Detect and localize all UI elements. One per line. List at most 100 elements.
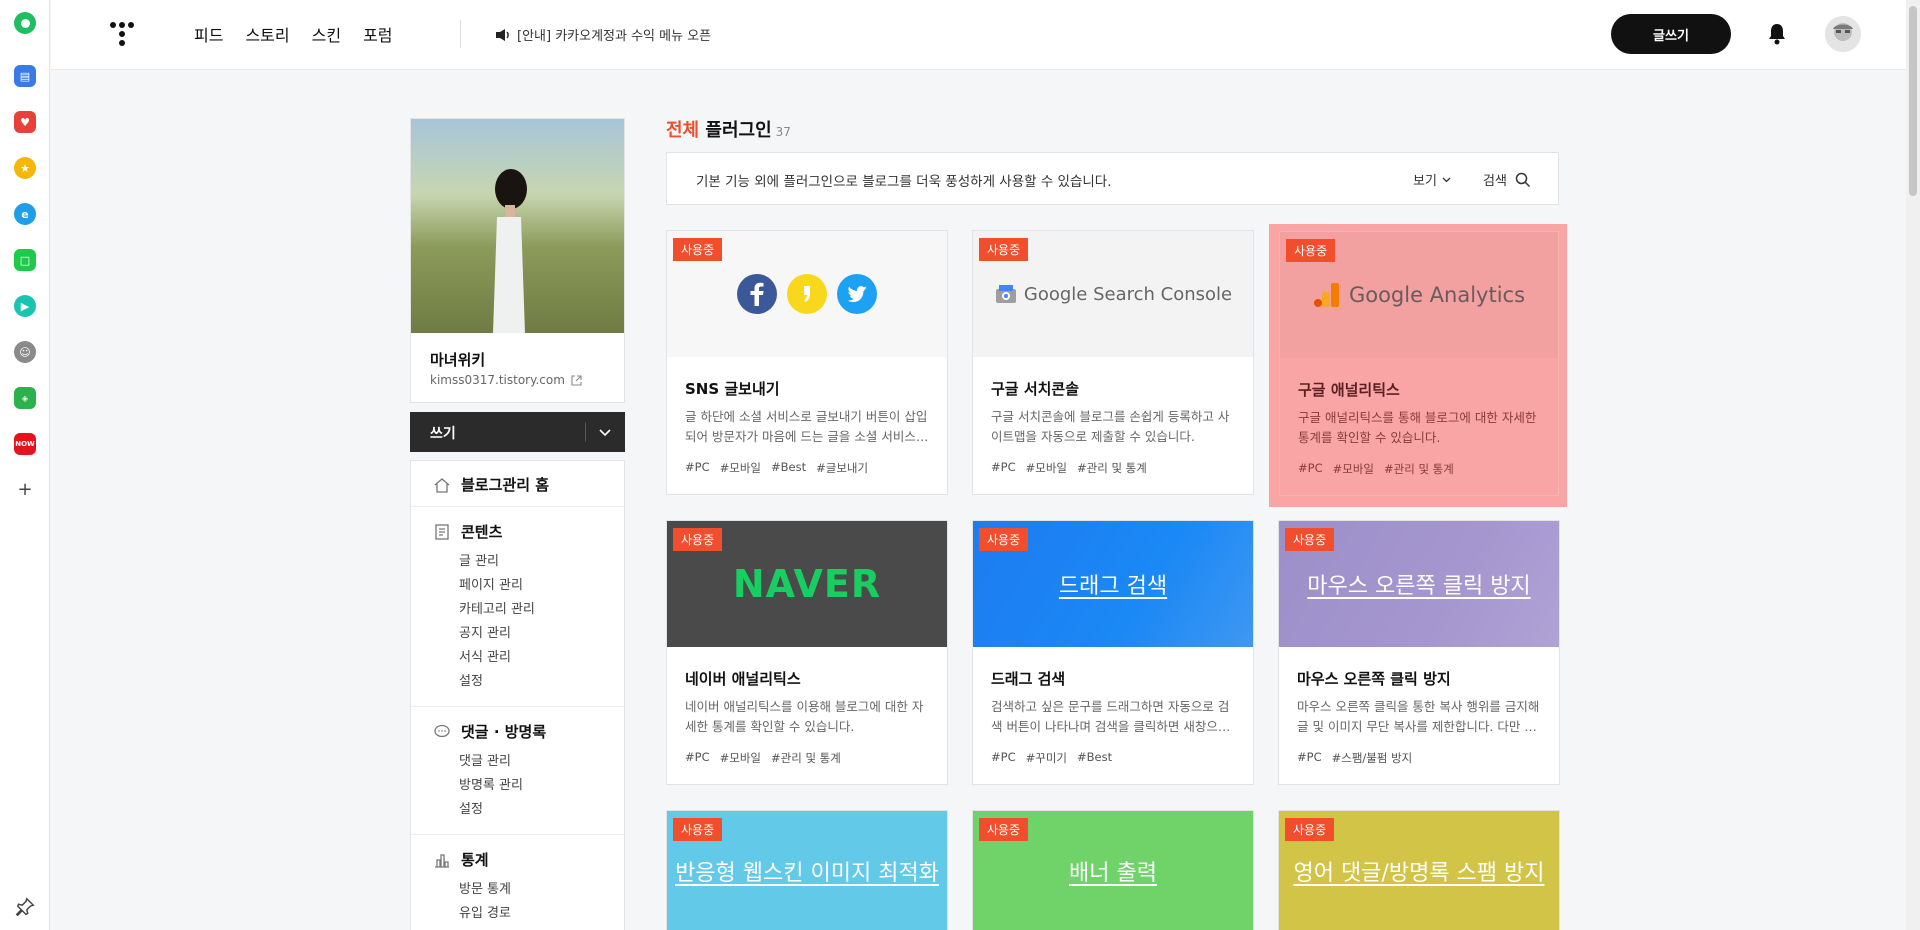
plugin-card-sns[interactable]: 사용중 SNS 글보내기 글 하단에 소셜 서비스로 글보내기 버튼이 삽입되어… (666, 230, 948, 495)
card-title: 구글 서치콘솔 (991, 380, 1080, 398)
speech-bubble-icon (434, 724, 450, 737)
profile-card: 마녀위키 kimss0317.tistory.com (410, 118, 625, 403)
plugin-card-naver[interactable]: NAVER 사용중 네이버 애널리틱스 네이버 애널리틱스를 이용해 블로그에 … (666, 520, 948, 785)
home-icon (434, 477, 450, 493)
tag: #글보내기 (816, 461, 869, 475)
chevron-down-icon[interactable] (597, 424, 613, 440)
menu-home-label: 블로그관리 홈 (461, 476, 550, 494)
notice-link[interactable]: [안내] 카카오계정과 수익 메뉴 오픈 (495, 25, 711, 44)
person-figure (493, 169, 527, 333)
card-title: 마우스 오른쪽 클릭 방지 (1297, 670, 1451, 688)
menu-visit-stats[interactable]: 방문 통계 (459, 878, 511, 897)
plugin-card-right-click-block[interactable]: 마우스 오른쪽 클릭 방지 사용중 마우스 오른쪽 클릭 방지 마우스 오른쪽 … (1278, 520, 1560, 785)
pocket-icon[interactable]: ♥ (14, 111, 36, 133)
menu-comment-manage[interactable]: 댓글 관리 (459, 750, 511, 769)
card-tags: #PC #모바일 #Best #글보내기 (685, 460, 868, 476)
view-dropdown[interactable]: 보기 (1413, 170, 1452, 189)
tag: #모바일 (1025, 461, 1067, 475)
plugin-count: 37 (775, 125, 791, 139)
tag: #PC (1298, 461, 1323, 475)
star-icon[interactable]: ★ (14, 157, 36, 179)
nav-feed[interactable]: 피드 (194, 22, 223, 46)
tag: #PC (991, 460, 1016, 474)
menu-comment-settings[interactable]: 설정 (459, 798, 483, 817)
card-description: 검색하고 싶은 문구를 드래그하면 자동으로 검색 버튼이 나타나며 검색을 클… (991, 699, 1231, 734)
naver-logo-text: NAVER (732, 562, 882, 606)
tag: #Best (1077, 750, 1113, 764)
chevron-down-icon (1442, 177, 1451, 183)
menu-content-settings[interactable]: 설정 (459, 670, 483, 689)
pin-icon[interactable] (14, 896, 36, 918)
plugin-card-analytics[interactable]: Google Analytics 사용중 구글 애널리틱스 구글 애널리틱스를 … (1269, 224, 1567, 507)
menu-stats-heading[interactable]: 통계 (433, 849, 489, 870)
title-text: 플러그인 (705, 120, 772, 141)
tag: #PC (991, 750, 1016, 764)
card-description: 글 하단에 소셜 서비스로 글보내기 버튼이 삽입되어 방문자가 마음에 드는 … (685, 409, 929, 444)
tistory-logo-icon[interactable] (109, 21, 135, 47)
profile-photo[interactable] (411, 119, 624, 333)
card-description: 네이버 애널리틱스를 이용해 블로그에 대한 자세한 통계를 확인할 수 있습니… (685, 699, 924, 734)
menu-post-manage[interactable]: 글 관리 (459, 550, 499, 569)
nav-forum[interactable]: 포럼 (363, 22, 392, 46)
plugin-card-banner[interactable]: 배너 출력 사용중 (972, 810, 1254, 930)
card-title: SNS 글보내기 (685, 380, 780, 398)
menu-referrer[interactable]: 유입 경로 (459, 902, 511, 921)
add-icon[interactable]: + (14, 479, 36, 501)
admin-menu: 블로그관리 홈 콘텐츠 글 관리 페이지 관리 카테고리 관리 공지 관리 서식… (410, 460, 625, 930)
play-icon[interactable]: ▶ (14, 295, 36, 317)
menu-section-stats: 통계 방문 통계 유입 경로 (411, 835, 624, 930)
menu-template-manage[interactable]: 서식 관리 (459, 646, 511, 665)
kakaostory-icon (787, 274, 827, 314)
card-tags: #PC #모바일 #관리 및 통계 (1298, 461, 1454, 477)
external-link-icon (571, 374, 582, 386)
blog-url-link[interactable]: kimss0317.tistory.com (430, 373, 582, 387)
search-button[interactable]: 검색 (1483, 170, 1531, 189)
now-app-icon[interactable]: NOW (14, 433, 36, 455)
write-button[interactable]: 쓰기 (430, 423, 456, 443)
speaker-icon (496, 28, 509, 41)
in-use-badge: 사용중 (673, 818, 723, 841)
search-console-logo-text: Google Search Console (1023, 283, 1233, 305)
tag: #모바일 (719, 461, 761, 475)
menu-notice-manage[interactable]: 공지 관리 (459, 622, 511, 641)
write-post-button[interactable]: 글쓰기 (1611, 14, 1731, 54)
plugin-card-search-console[interactable]: Google Search Console 사용중 구글 서치콘솔 구글 서치콘… (972, 230, 1254, 495)
tag: #관리 및 통계 (1384, 462, 1454, 476)
page-scrollbar[interactable] (1906, 0, 1920, 930)
square-app-icon[interactable]: □ (14, 249, 36, 271)
search-console-logo-icon (995, 285, 1016, 303)
write-menu-bar: 쓰기 (410, 412, 625, 452)
plugin-card-responsive-image[interactable]: 반응형 웹스킨 이미지 최적화 사용중 (666, 810, 948, 930)
document-icon (435, 523, 449, 540)
menu-stats-title: 통계 (461, 851, 489, 869)
edge-icon[interactable]: e (14, 203, 36, 225)
menu-comments-heading[interactable]: 댓글 · 방명록 (433, 721, 546, 742)
menu-comments-title: 댓글 · 방명록 (461, 723, 547, 741)
view-label: 보기 (1413, 174, 1437, 189)
plugin-description: 기본 기능 외에 플러그인으로 블로그를 더욱 풍성하게 사용할 수 있습니다. (696, 174, 1112, 190)
plugin-card-spam-block[interactable]: 영어 댓글/방명록 스팸 방지 사용중 (1278, 810, 1560, 930)
plugin-card-drag-search[interactable]: 드래그 검색 사용중 드래그 검색 검색하고 싶은 문구를 드래그하면 자동으로… (972, 520, 1254, 785)
character-icon[interactable]: ☺ (14, 341, 36, 363)
menu-guestbook-manage[interactable]: 방명록 관리 (459, 774, 523, 793)
blog-name[interactable]: 마녀위키 (430, 349, 485, 370)
game-app-icon[interactable]: ◈ (14, 387, 36, 409)
sidebar-app-icon[interactable] (14, 12, 36, 34)
briefcase-icon[interactable]: ▤ (14, 65, 36, 87)
card-thumbnail-text: 드래그 검색 (1058, 574, 1168, 599)
nav-skin[interactable]: 스킨 (312, 22, 341, 46)
card-title: 네이버 애널리틱스 (685, 670, 801, 688)
tag: #관리 및 통계 (1077, 461, 1147, 475)
card-tags: #PC #스팸/불펌 방지 (1297, 750, 1412, 766)
card-description: 구글 애널리틱스를 통해 블로그에 대한 자세한 통계를 확인할 수 있습니다. (1298, 410, 1537, 445)
bell-icon[interactable] (1766, 22, 1788, 46)
user-avatar[interactable] (1825, 16, 1861, 52)
menu-content-heading[interactable]: 콘텐츠 (433, 521, 502, 542)
scrollbar-thumb[interactable] (1909, 6, 1917, 196)
menu-page-manage[interactable]: 페이지 관리 (459, 574, 523, 593)
menu-home-link[interactable]: 블로그관리 홈 (433, 474, 549, 495)
tag: #PC (685, 750, 710, 764)
menu-category-manage[interactable]: 카테고리 관리 (459, 598, 535, 617)
nav-story[interactable]: 스토리 (245, 22, 289, 46)
card-title: 드래그 검색 (991, 670, 1066, 688)
